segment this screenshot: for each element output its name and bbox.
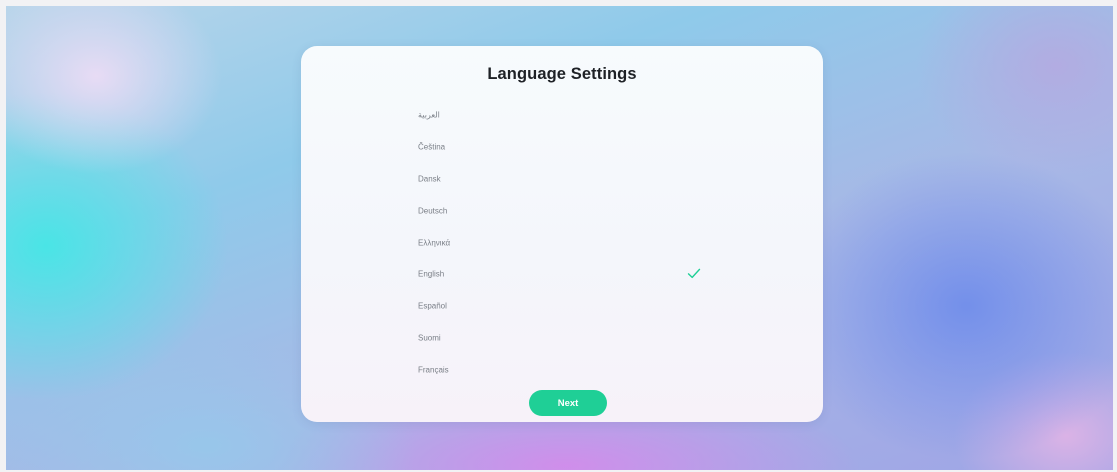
language-item-arabic[interactable]: العربية — [301, 99, 823, 131]
language-label: English — [418, 269, 445, 279]
language-label: Español — [418, 301, 447, 311]
language-label: Dansk — [418, 174, 441, 184]
language-label: Suomi — [418, 333, 441, 343]
desktop-background: Language Settings العربية Čeština Dansk … — [6, 6, 1113, 470]
language-item-spanish[interactable]: Español — [301, 290, 823, 322]
language-label: Čeština — [418, 142, 446, 152]
dialog-title: Language Settings — [487, 65, 637, 83]
language-item-english[interactable]: English — [301, 258, 823, 290]
language-label: Ελληνικά — [418, 238, 451, 247]
language-label: العربية — [418, 110, 440, 120]
language-item-danish[interactable]: Dansk — [301, 163, 823, 195]
language-list: العربية Čeština Dansk Deutsch Ελληνικά E… — [301, 99, 823, 386]
language-label: Français — [418, 365, 449, 375]
language-item-finnish[interactable]: Suomi — [301, 322, 823, 354]
next-button[interactable]: Next — [529, 390, 607, 416]
language-item-french[interactable]: Français — [301, 354, 823, 386]
language-item-czech[interactable]: Čeština — [301, 131, 823, 163]
language-item-german[interactable]: Deutsch — [301, 195, 823, 227]
check-icon — [687, 269, 701, 279]
language-label: Deutsch — [418, 206, 448, 216]
language-item-greek[interactable]: Ελληνικά — [301, 227, 823, 259]
language-settings-dialog: Language Settings العربية Čeština Dansk … — [301, 46, 823, 422]
